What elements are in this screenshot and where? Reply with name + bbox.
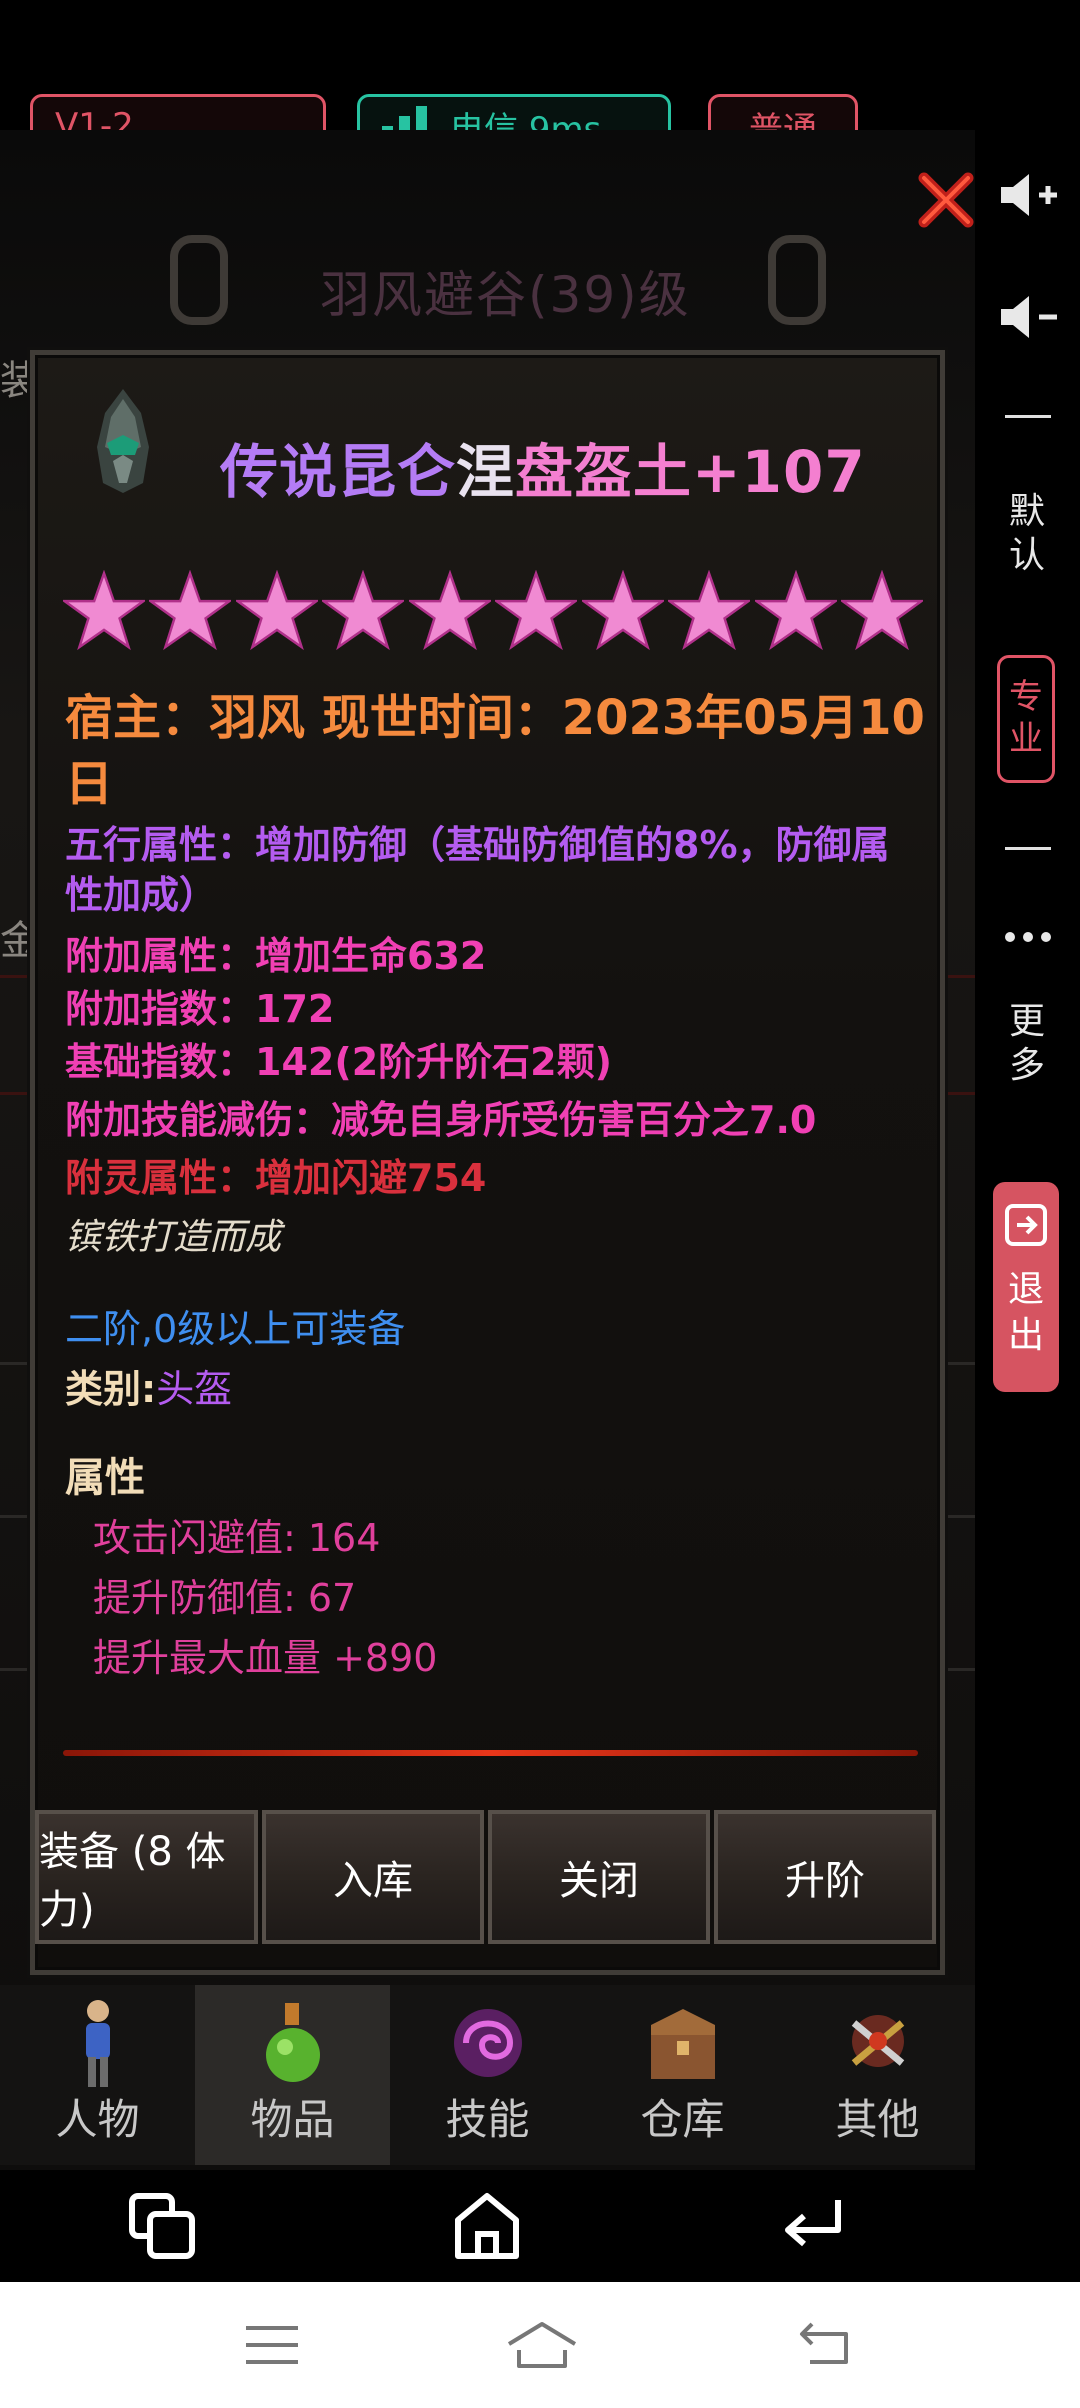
skill-damage-reduction: 附加技能减伤：减免自身所受伤害百分之7.0 [65, 1098, 817, 1142]
star-icon [840, 570, 923, 651]
category-row: 类别:头盔 [65, 1358, 232, 1413]
upgrade-button[interactable]: 升阶 [714, 1810, 936, 1944]
star-icon [149, 570, 232, 651]
star-icon [668, 570, 751, 651]
exit-icon [1005, 1204, 1047, 1246]
wuxing-attribute: 五行属性：增加防御（基础防御值的8%，防御属性加成） [65, 823, 890, 917]
base-index: 基础指数：142(2阶升阶石2颗) [65, 1040, 612, 1084]
action-buttons: 装备 (8 体力) 入库 关闭 升阶 [35, 1810, 940, 1950]
category-value: 头盔 [156, 1367, 233, 1411]
spirit-attribute: 附灵属性：增加闪避754 [65, 1156, 487, 1200]
menu-icon[interactable] [244, 2324, 300, 2366]
pro-mode-button[interactable]: 专业 [997, 655, 1055, 783]
close-button[interactable]: 关闭 [488, 1810, 710, 1944]
divider [1005, 415, 1051, 418]
store-button[interactable]: 入库 [262, 1810, 484, 1944]
star-icon [408, 570, 491, 651]
equip-button[interactable]: 装备 (8 体力) [35, 1810, 258, 1944]
location-title: 羽风避谷(39)级 [320, 266, 691, 324]
helmet-item-icon [97, 389, 149, 493]
app-nav-bar [0, 2170, 975, 2282]
prop-defense: 提升防御值: 67 [93, 1576, 357, 1620]
extra-attribute: 附加属性：增加生命632 [65, 934, 487, 978]
item-detail-panel: 传说昆仑涅盘盔土+107 宿主：羽风 现世时间：2023年05月10日 五行属性… [30, 350, 945, 1975]
tab-items-label: 物品 [250, 2095, 335, 2144]
system-home-icon[interactable] [505, 2320, 579, 2370]
exit-label: 退出 [1007, 1269, 1044, 1356]
home-icon[interactable] [452, 2190, 522, 2262]
tab-skills[interactable]: 技能 [390, 1985, 585, 2165]
star-rating [63, 570, 923, 670]
side-toolbar: 默认 专业 更多 退出 [975, 130, 1080, 2170]
tab-storage[interactable]: 仓库 [585, 1985, 780, 2165]
system-back-icon[interactable] [796, 2322, 852, 2366]
recent-apps-icon[interactable] [128, 2192, 198, 2262]
more-dots-icon[interactable] [1003, 930, 1053, 944]
item-name-part-3: 盘盔土+107 [515, 438, 866, 506]
tab-storage-label: 仓库 [640, 2095, 725, 2144]
tab-other[interactable]: 其他 [780, 1985, 975, 2165]
category-label: 类别: [65, 1367, 157, 1411]
tab-character-label: 人物 [55, 2095, 140, 2144]
item-name-part-2: 涅 [456, 438, 516, 506]
skill-swirl-icon [454, 2009, 522, 2077]
game-tab-bar: 人物 物品 技能 仓库 其他 [0, 1985, 975, 2165]
host-line: 宿主：羽风 现世时间：2023年05月10日 [65, 690, 925, 812]
star-icon [322, 570, 405, 651]
exit-button[interactable]: 退出 [993, 1182, 1059, 1392]
volume-down-icon[interactable] [997, 292, 1061, 342]
volume-up-icon[interactable] [997, 170, 1061, 220]
tab-items[interactable]: 物品 [195, 1985, 390, 2165]
prop-dodge: 攻击闪避值: 164 [93, 1516, 381, 1560]
properties-heading: 属性 [65, 1455, 145, 1501]
close-x-icon[interactable] [918, 172, 974, 228]
frame-pillar-right [768, 235, 826, 325]
default-mode-button[interactable]: 默认 [1008, 490, 1046, 578]
craft-note: 镔铁打造而成 [65, 1217, 282, 1258]
divider-line [63, 1750, 918, 1756]
tab-skills-label: 技能 [445, 2095, 530, 2144]
star-icon [495, 570, 578, 651]
star-icon [581, 570, 664, 651]
frame-pillar-left [170, 235, 228, 325]
star-icon [235, 570, 318, 651]
pro-mode-label: 专业 [1009, 677, 1043, 759]
star-icon [754, 570, 837, 651]
other-icon [851, 2015, 905, 2067]
prop-max-hp: 提升最大血量 +890 [93, 1636, 438, 1680]
tab-other-label: 其他 [835, 2095, 920, 2144]
tab-character[interactable]: 人物 [0, 1985, 195, 2165]
extra-index: 附加指数：172 [65, 987, 335, 1031]
item-name-part-1: 传说昆仑 [220, 438, 457, 506]
divider [1005, 847, 1051, 850]
potion-icon [266, 2003, 320, 2082]
character-icon [86, 2000, 110, 2087]
more-button[interactable]: 更多 [1008, 1000, 1046, 1088]
equip-requirement: 二阶,0级以上可装备 [65, 1307, 406, 1351]
system-nav-bar [0, 2282, 1080, 2408]
back-icon[interactable] [780, 2196, 844, 2256]
chest-icon [651, 2009, 715, 2079]
item-name: 传说昆仑涅盘盔土+107 [220, 425, 866, 509]
star-icon [63, 570, 145, 651]
